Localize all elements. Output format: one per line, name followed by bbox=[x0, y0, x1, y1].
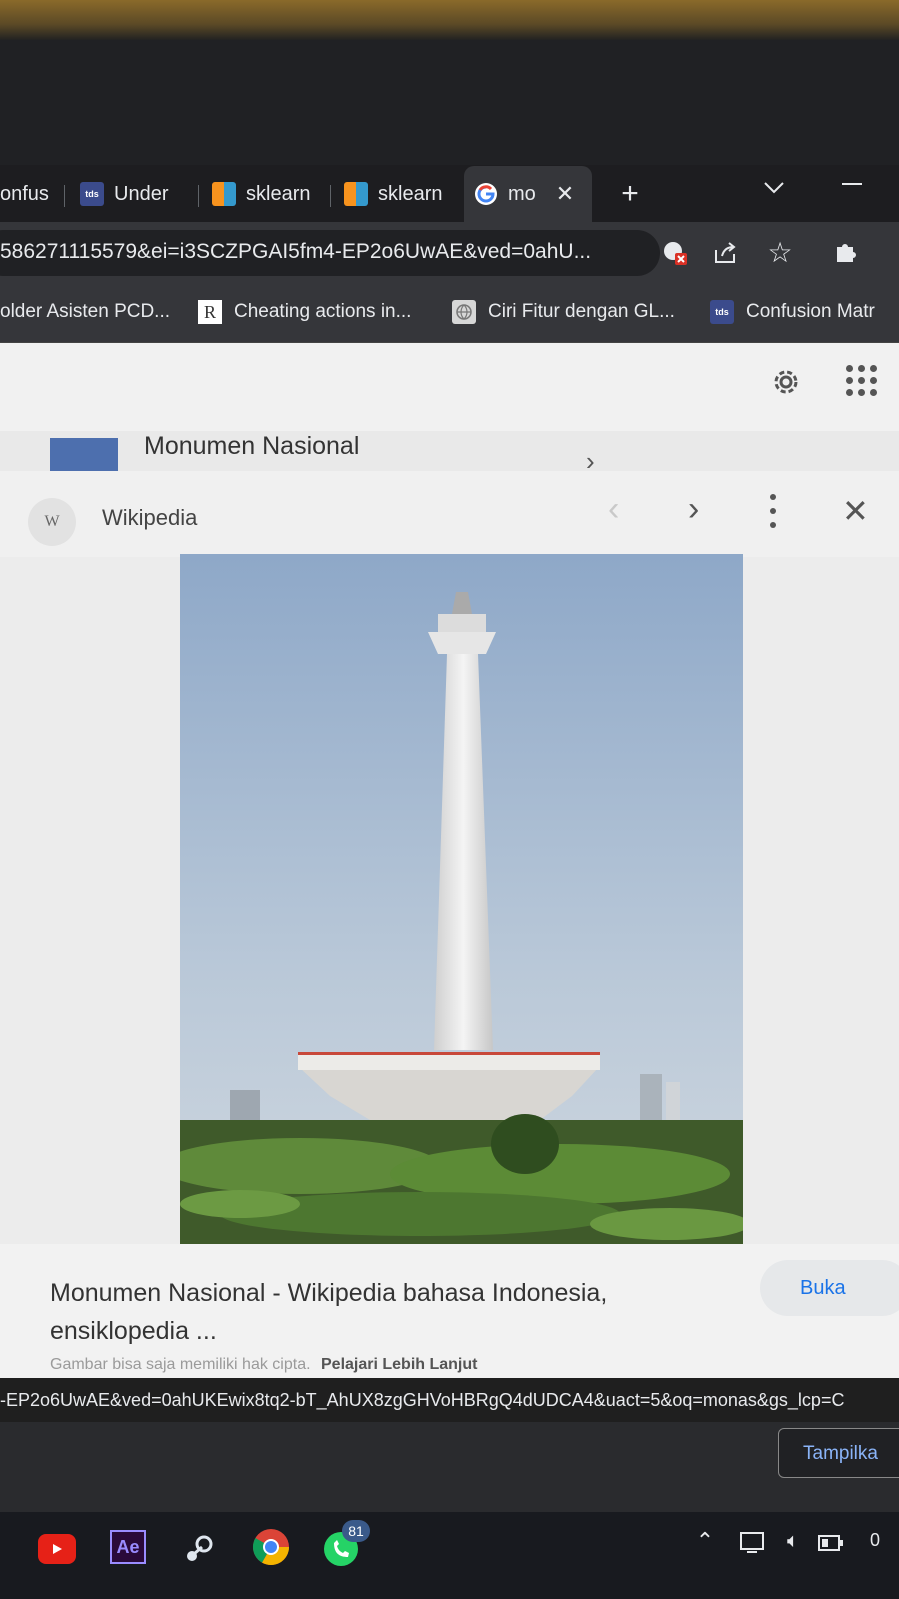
share-icon[interactable] bbox=[710, 238, 740, 268]
tds-icon: tds bbox=[80, 182, 104, 206]
battery-icon[interactable] bbox=[816, 1528, 846, 1558]
related-result-row[interactable] bbox=[0, 431, 899, 471]
chrome-icon[interactable] bbox=[250, 1526, 292, 1568]
google-logo-icon bbox=[475, 183, 497, 205]
bottom-panel bbox=[0, 1422, 899, 1512]
learn-more-link[interactable]: Pelajari Lebih Lanjut bbox=[321, 1356, 477, 1373]
next-image-icon[interactable]: › bbox=[688, 490, 699, 529]
tab-separator bbox=[64, 185, 65, 207]
tab-google-search[interactable]: mo ✕ bbox=[474, 172, 584, 216]
network-icon[interactable] bbox=[738, 1528, 768, 1558]
copyright-notice: Gambar bisa saja memiliki hak cipta. Pel… bbox=[50, 1356, 477, 1374]
google-apps-grid-icon[interactable] bbox=[846, 365, 878, 397]
tab-separator bbox=[330, 185, 331, 207]
bookmark-star-icon[interactable]: ☆ bbox=[764, 236, 796, 268]
tab-separator bbox=[198, 185, 199, 207]
show-button[interactable]: Tampilka bbox=[778, 1428, 899, 1478]
more-options-icon[interactable] bbox=[766, 494, 780, 528]
browser-titlebar bbox=[0, 40, 899, 165]
copyright-text: Gambar bisa saja memiliki hak cipta. bbox=[50, 1356, 311, 1373]
previous-image-icon[interactable]: ‹ bbox=[608, 490, 619, 529]
tab-label: sklearn bbox=[246, 182, 311, 205]
wikipedia-favicon: W bbox=[28, 498, 76, 546]
bookmark-label: Cheating actions in... bbox=[234, 301, 412, 322]
tab-confusion[interactable]: onfus bbox=[0, 172, 54, 216]
bookmark-label: Confusion Matr bbox=[746, 301, 875, 322]
sklearn-logo-icon bbox=[212, 182, 236, 206]
bookmark-asisten-pcd[interactable]: older Asisten PCD... bbox=[0, 294, 170, 330]
minimize-window-icon[interactable] bbox=[842, 183, 862, 185]
clock: 0 bbox=[870, 1530, 881, 1550]
tab-understanding[interactable]: tds Under bbox=[80, 172, 186, 216]
globe-icon bbox=[452, 300, 476, 324]
tab-label: sklearn bbox=[378, 182, 443, 205]
extensions-puzzle-icon[interactable] bbox=[830, 236, 862, 268]
after-effects-icon[interactable]: Ae bbox=[110, 1530, 146, 1564]
whatsapp-unread-badge: 81 bbox=[342, 1520, 370, 1542]
bookmark-label: Ciri Fitur dengan GL... bbox=[488, 301, 675, 322]
researchgate-icon: R bbox=[198, 300, 222, 324]
search-header-strip bbox=[0, 343, 899, 432]
monitor-bezel bbox=[0, 0, 899, 40]
bookmark-label: older Asisten PCD... bbox=[0, 301, 171, 322]
monument-preview-image[interactable] bbox=[180, 554, 743, 1244]
close-tab-icon[interactable]: ✕ bbox=[556, 181, 574, 207]
settings-gear-icon[interactable] bbox=[766, 362, 806, 402]
image-caption-title[interactable]: Monumen Nasional - Wikipedia bahasa Indo… bbox=[50, 1274, 730, 1350]
bookmark-confusion-matrix[interactable]: tds Confusion Matr bbox=[710, 294, 875, 330]
related-result-title[interactable]: Monumen Nasional bbox=[144, 432, 359, 461]
status-bar-url: -EP2o6UwAE&ved=0ahUKEwix8tq2-bT_AhUX8zgG… bbox=[0, 1378, 899, 1422]
open-button[interactable]: Buka bbox=[760, 1260, 899, 1316]
youtube-icon[interactable] bbox=[38, 1534, 76, 1564]
close-panel-icon[interactable]: ✕ bbox=[842, 492, 869, 530]
tds-icon: tds bbox=[710, 300, 734, 324]
bookmark-ciri-fitur[interactable]: Ciri Fitur dengan GL... bbox=[452, 294, 675, 330]
sklearn-logo-icon bbox=[344, 182, 368, 206]
blocked-popup-icon[interactable] bbox=[660, 238, 690, 268]
source-name[interactable]: Wikipedia bbox=[102, 505, 197, 531]
steam-icon[interactable] bbox=[180, 1530, 218, 1568]
tab-search-chevron-icon[interactable] bbox=[758, 172, 790, 204]
volume-icon[interactable]: 🔈︎ bbox=[778, 1526, 808, 1556]
tab-label: onfus bbox=[0, 182, 49, 205]
show-hidden-icons-chevron-icon[interactable]: ⌃ bbox=[690, 1526, 720, 1556]
new-tab-button[interactable]: + bbox=[610, 174, 650, 214]
tab-sklearn-1[interactable]: sklearn bbox=[212, 172, 324, 216]
tab-sklearn-2[interactable]: sklearn bbox=[344, 172, 448, 216]
tab-label: mo bbox=[508, 182, 536, 205]
bookmark-cheating-actions[interactable]: R Cheating actions in... bbox=[198, 294, 411, 330]
address-bar-text[interactable]: 586271115579&ei=i3SCZPGAI5fm4-EP2o6UwAE&… bbox=[0, 240, 591, 264]
tab-label: Under bbox=[114, 182, 169, 205]
